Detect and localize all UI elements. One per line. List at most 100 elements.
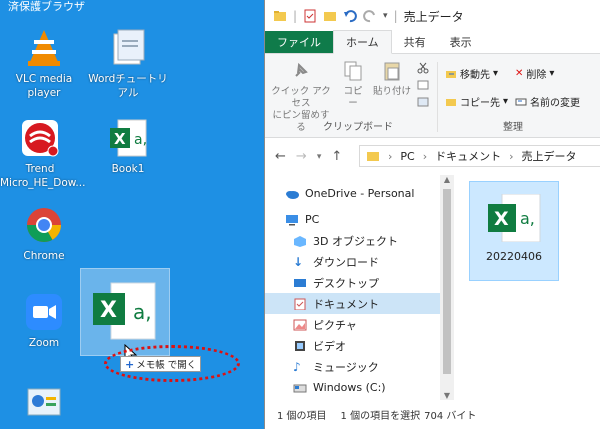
ribbon-tabs: ファイル ホーム 共有 表示 bbox=[265, 30, 600, 54]
pictures-icon bbox=[293, 319, 307, 330]
vlc-icon bbox=[24, 28, 64, 68]
nav-item-windows-c[interactable]: Windows (C:) bbox=[265, 377, 440, 398]
copy-to-button[interactable]: コピー先 ▾ bbox=[445, 94, 508, 109]
breadcrumb[interactable]: › PC › ドキュメント › 売上データ bbox=[359, 145, 600, 167]
delete-button[interactable]: ✕ 削除 ▾ bbox=[515, 66, 554, 81]
pin-quick-access-label: クイック アクセス にピン留めする bbox=[271, 86, 331, 133]
desktop-icon-chrome[interactable]: Chrome bbox=[4, 205, 84, 263]
properties-icon[interactable] bbox=[303, 9, 317, 23]
chevron-down-icon: ▾ bbox=[549, 68, 555, 79]
nav-item-onedrive[interactable]: OneDrive - Personal bbox=[265, 183, 440, 204]
excel-file-icon: a, X bbox=[486, 193, 542, 243]
desktop-icon-partial[interactable] bbox=[4, 385, 84, 429]
desktop-icon-word-tutorial[interactable]: Wordチュートリアル bbox=[88, 28, 168, 100]
copy-icon bbox=[344, 61, 362, 81]
desktop-icon-label: Wordチュートリアル bbox=[88, 73, 168, 99]
rename-label: 名前の変更 bbox=[530, 98, 580, 109]
nav-label: Windows (C:) bbox=[313, 381, 386, 394]
scroll-up-icon[interactable]: ▲ bbox=[440, 175, 454, 184]
breadcrumb-sales-data[interactable]: 売上データ bbox=[522, 148, 577, 164]
desktop-icon-zoom[interactable]: Zoom bbox=[4, 292, 84, 350]
trend-micro-icon bbox=[20, 118, 60, 158]
status-item-count: 1 個の項目 bbox=[277, 411, 327, 422]
window-title: 売上データ bbox=[403, 9, 464, 24]
folder-icon bbox=[108, 28, 148, 68]
nav-item-downloads[interactable]: ↓ ダウンロード bbox=[265, 251, 440, 272]
forward-arrow-icon[interactable]: → bbox=[296, 149, 307, 164]
nav-label: ミュージック bbox=[313, 360, 379, 374]
nav-item-desktop[interactable]: デスクトップ bbox=[265, 272, 440, 293]
svg-text:a,: a, bbox=[520, 209, 535, 228]
nav-item-videos[interactable]: ビデオ bbox=[265, 335, 440, 356]
desktop-icon-label: Zoom bbox=[28, 337, 60, 349]
paste-icon bbox=[384, 62, 400, 81]
pin-quick-access-button[interactable]: クイック アクセス にピン留めする bbox=[271, 60, 331, 134]
undo-icon[interactable] bbox=[343, 9, 357, 23]
scroll-thumb[interactable] bbox=[443, 189, 451, 374]
file-name: 20220406 bbox=[486, 250, 542, 263]
redo-icon[interactable] bbox=[363, 9, 377, 23]
nav-label: ビデオ bbox=[313, 339, 346, 353]
copy-button[interactable]: コピー bbox=[339, 60, 367, 110]
chevron-down-icon: ▾ bbox=[493, 68, 499, 79]
nav-label: デスクトップ bbox=[313, 276, 379, 290]
move-to-label: 移動先 bbox=[460, 70, 490, 81]
paste-label: 貼り付け bbox=[373, 86, 412, 97]
explorer-window: | ▾ | 売上データ ファイル ホーム 共有 表示 クイック アクセス にピン… bbox=[264, 0, 600, 429]
desktop-icon-trend-micro[interactable]: Trend Micro_HE_Dow... bbox=[0, 118, 85, 190]
drive-icon bbox=[293, 384, 307, 392]
tab-share[interactable]: 共有 bbox=[392, 31, 438, 53]
ribbon-separator bbox=[437, 62, 438, 132]
nav-buttons: ← → ▾ ↑ bbox=[275, 149, 342, 164]
desktop-icon-vlc[interactable]: VLC media player bbox=[4, 28, 84, 100]
nav-item-3d-objects[interactable]: 3D オブジェクト bbox=[265, 230, 440, 251]
tab-file[interactable]: ファイル bbox=[265, 31, 333, 53]
organize-group-label: 整理 bbox=[503, 122, 523, 133]
file-item[interactable]: a, X 20220406 bbox=[469, 181, 559, 281]
chevron-down-icon[interactable]: ▾ bbox=[317, 152, 322, 164]
desktop-icon-label: Chrome bbox=[23, 250, 65, 262]
breadcrumb-documents[interactable]: ドキュメント bbox=[435, 148, 501, 164]
breadcrumb-pc[interactable]: PC bbox=[400, 150, 414, 163]
annotation-ellipse bbox=[104, 345, 240, 382]
svg-text:X: X bbox=[100, 298, 117, 323]
tab-home[interactable]: ホーム bbox=[333, 30, 392, 54]
file-list: a, X 20220406 bbox=[455, 175, 600, 400]
clipboard-small-buttons bbox=[417, 62, 429, 108]
new-folder-icon[interactable] bbox=[323, 9, 337, 23]
desktop-icon-book1[interactable]: a, X Book1 bbox=[88, 118, 168, 176]
nav-label: ダウンロード bbox=[313, 255, 379, 269]
chevron-right-icon: › bbox=[388, 149, 393, 163]
nav-item-documents[interactable]: ドキュメント bbox=[265, 293, 440, 314]
zoom-icon bbox=[24, 292, 64, 332]
ribbon: クイック アクセス にピン留めする コピー 貼り付け クリップボード 移動先 ▾ … bbox=[265, 54, 600, 138]
music-icon: ♪ bbox=[293, 359, 301, 374]
cut-icon[interactable] bbox=[417, 62, 429, 74]
copy-path-icon[interactable] bbox=[417, 79, 429, 91]
delete-label: 削除 bbox=[526, 70, 547, 81]
paste-shortcut-icon[interactable] bbox=[417, 96, 429, 108]
status-size: 704 バイト bbox=[424, 411, 477, 422]
folder-icon bbox=[274, 11, 286, 21]
chevron-right-icon: › bbox=[509, 149, 514, 163]
chevron-down-icon[interactable]: ▾ bbox=[383, 11, 388, 21]
nav-item-pc[interactable]: PC bbox=[265, 209, 440, 230]
drag-ghost: a, X bbox=[80, 268, 170, 356]
back-arrow-icon[interactable]: ← bbox=[275, 149, 286, 164]
svg-text:a,: a, bbox=[134, 132, 147, 148]
nav-label: 3D オブジェクト bbox=[313, 234, 398, 248]
move-to-button[interactable]: 移動先 ▾ bbox=[445, 66, 498, 81]
up-arrow-icon[interactable]: ↑ bbox=[331, 149, 342, 164]
paste-button[interactable]: 貼り付け bbox=[373, 60, 411, 98]
desktop-icon bbox=[294, 278, 306, 287]
nav-label: ピクチャ bbox=[313, 318, 357, 332]
rename-button[interactable]: 名前の変更 bbox=[515, 94, 580, 109]
nav-item-music[interactable]: ♪ ミュージック bbox=[265, 356, 440, 377]
nav-scrollbar[interactable]: ▲ ▼ bbox=[440, 175, 454, 400]
excel-file-icon: a, X bbox=[108, 118, 148, 158]
scroll-down-icon[interactable]: ▼ bbox=[440, 391, 454, 400]
tab-view[interactable]: 表示 bbox=[438, 31, 484, 53]
title-bar: | ▾ | 売上データ bbox=[265, 0, 600, 32]
download-icon: ↓ bbox=[293, 254, 304, 269]
nav-item-pictures[interactable]: ピクチャ bbox=[265, 314, 440, 335]
